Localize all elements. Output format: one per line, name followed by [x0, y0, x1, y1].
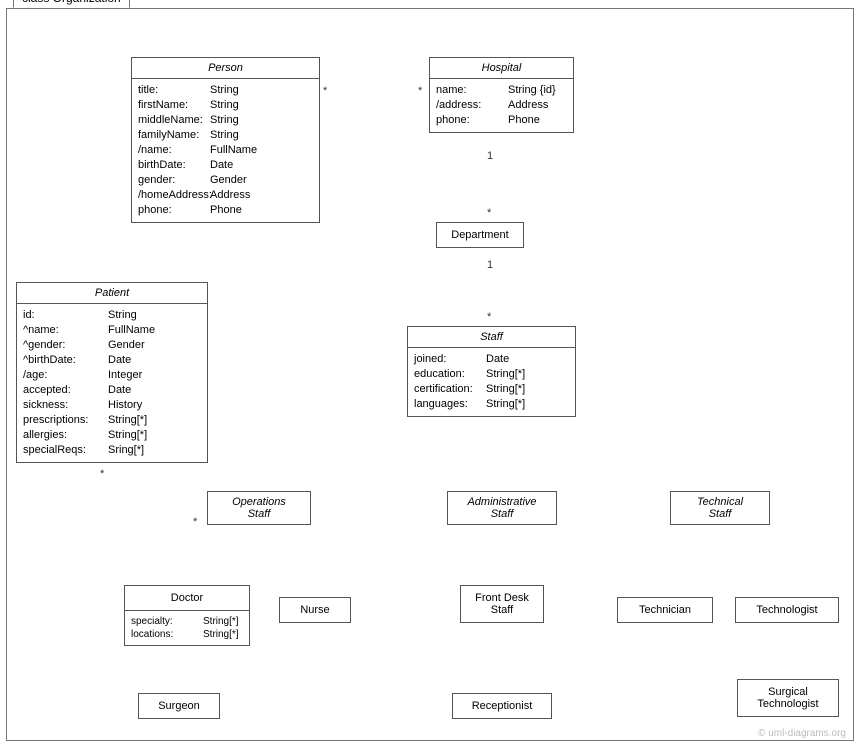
attr-type: Gender [108, 338, 145, 353]
mult-label: 1 [487, 259, 493, 271]
class-title: Staff [408, 327, 575, 347]
class-department: Department [436, 222, 524, 248]
attr-type: Date [108, 353, 131, 368]
class-surgical-technologist: SurgicalTechnologist [737, 679, 839, 717]
class-title: Technologist [736, 598, 838, 622]
attr-type: Gender [210, 173, 247, 188]
class-title: Person [132, 58, 319, 78]
frame-label: class Organization [13, 0, 130, 8]
attr-name: education: [414, 367, 486, 382]
class-title: Technician [618, 598, 712, 622]
class-title: Receptionist [453, 694, 551, 718]
attr-name: /name: [138, 143, 210, 158]
attr-name: firstName: [138, 98, 210, 113]
attr-name: joined: [414, 352, 486, 367]
class-title: TechnicalStaff [671, 492, 769, 524]
class-title: Department [437, 223, 523, 247]
attr-name: ^gender: [23, 338, 108, 353]
attr-type: String[*] [203, 615, 239, 628]
attr-name: sickness: [23, 398, 108, 413]
attr-type: String[*] [486, 382, 525, 397]
attr-name: ^birthDate: [23, 353, 108, 368]
class-technical-staff: TechnicalStaff [670, 491, 770, 525]
mult-label: * [323, 85, 327, 97]
attr-name: specialReqs: [23, 443, 108, 458]
class-operations-staff: OperationsStaff [207, 491, 311, 525]
class-nurse: Nurse [279, 597, 351, 623]
attr-name: birthDate: [138, 158, 210, 173]
attr-type: String {id} [508, 83, 556, 98]
attr-type: FullName [108, 323, 155, 338]
attr-name: ^name: [23, 323, 108, 338]
attr-type: Address [508, 98, 548, 113]
attr-name: certification: [414, 382, 486, 397]
class-patient: Patient id:String^name:FullName^gender:G… [16, 282, 208, 463]
attr-type: String [210, 98, 239, 113]
class-title: Hospital [430, 58, 573, 78]
attr-name: /address: [436, 98, 508, 113]
attr-name: name: [436, 83, 508, 98]
attr-type: Date [210, 158, 233, 173]
mult-label: 1 [487, 150, 493, 162]
attr-name: phone: [138, 203, 210, 218]
attr-type: Phone [508, 113, 540, 128]
attr-type: FullName [210, 143, 257, 158]
class-person: Person title:StringfirstName:Stringmiddl… [131, 57, 320, 223]
class-title: AdministrativeStaff [448, 492, 556, 524]
attr-type: Integer [108, 368, 142, 383]
class-title: SurgicalTechnologist [738, 680, 838, 716]
attr-type: String [210, 128, 239, 143]
class-technician: Technician [617, 597, 713, 623]
class-hospital: Hospital name:String {id}/address:Addres… [429, 57, 574, 133]
attr-type: String[*] [203, 628, 239, 641]
attr-type: String [108, 308, 137, 323]
attr-name: specialty: [131, 615, 203, 628]
attr-type: Date [486, 352, 509, 367]
class-front-desk-staff: Front DeskStaff [460, 585, 544, 623]
attr-type: Address [210, 188, 250, 203]
attr-name: middleName: [138, 113, 210, 128]
class-receptionist: Receptionist [452, 693, 552, 719]
attr-name: prescriptions: [23, 413, 108, 428]
attr-name: id: [23, 308, 108, 323]
attr-name: familyName: [138, 128, 210, 143]
attr-type: String[*] [108, 428, 147, 443]
attr-type: History [108, 398, 142, 413]
class-title: Front DeskStaff [461, 586, 543, 622]
class-administrative-staff: AdministrativeStaff [447, 491, 557, 525]
attr-name: locations: [131, 628, 203, 641]
attr-name: allergies: [23, 428, 108, 443]
attr-name: languages: [414, 397, 486, 412]
attr-name: accepted: [23, 383, 108, 398]
class-title: OperationsStaff [208, 492, 310, 524]
attr-name: /homeAddress: [138, 188, 210, 203]
attr-type: String[*] [486, 367, 525, 382]
mult-label: * [487, 207, 491, 219]
class-title: Doctor [125, 586, 249, 610]
mult-label: * [193, 516, 197, 528]
attr-type: String [210, 113, 239, 128]
attr-type: String[*] [486, 397, 525, 412]
class-surgeon: Surgeon [138, 693, 220, 719]
attr-type: Sring[*] [108, 443, 144, 458]
attr-name: phone: [436, 113, 508, 128]
class-doctor: Doctor specialty:String[*]locations:Stri… [124, 585, 250, 646]
attr-type: Date [108, 383, 131, 398]
attr-type: String [210, 83, 239, 98]
watermark: © uml-diagrams.org [758, 728, 846, 739]
class-staff: Staff joined:Dateeducation:String[*]cert… [407, 326, 576, 417]
attr-type: String[*] [108, 413, 147, 428]
attr-name: gender: [138, 173, 210, 188]
mult-label: * [100, 468, 104, 480]
attr-name: /age: [23, 368, 108, 383]
mult-label: * [418, 85, 422, 97]
class-title: Surgeon [139, 694, 219, 718]
mult-label: * [487, 311, 491, 323]
class-title: Patient [17, 283, 207, 303]
attr-type: Phone [210, 203, 242, 218]
class-title: Nurse [280, 598, 350, 622]
class-technologist: Technologist [735, 597, 839, 623]
attr-name: title: [138, 83, 210, 98]
